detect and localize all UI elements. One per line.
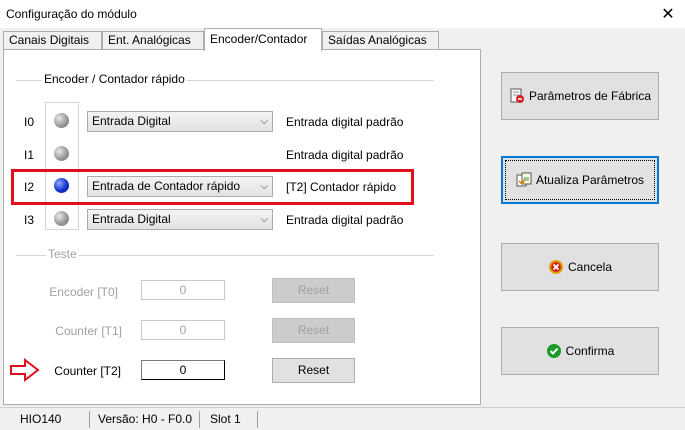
factory-reset-icon (510, 88, 524, 103)
confirm-label: Confirma (565, 344, 615, 358)
encoder-group-title: Encoder / Contador rápido (42, 72, 187, 86)
tab-ent-analogicas[interactable]: Ent. Analógicas (102, 31, 204, 50)
status-model: HIO140 (14, 411, 90, 428)
io-label-i3: I3 (24, 213, 35, 227)
test-group-divider (16, 255, 434, 256)
reset-t1-button: Reset (272, 318, 355, 343)
led-i3-indicator (54, 211, 69, 226)
factory-parameters-button[interactable]: Parâmetros de Fábrica (501, 72, 659, 120)
mode-select-i3-value: Entrada Digital (92, 212, 171, 226)
test-label-t0: Encoder [T0] (49, 285, 118, 299)
counter-t2-field[interactable]: 0 (141, 360, 225, 380)
update-icon (516, 172, 532, 187)
chevron-down-icon: ⌵ (260, 214, 268, 225)
test-label-t1: Counter [T1] (55, 324, 122, 338)
reset-t0-button: Reset (272, 278, 355, 303)
counter-t1-field: 0 (141, 320, 225, 340)
description-i1: Entrada digital padrão (286, 148, 404, 162)
test-group-title: Teste (46, 247, 79, 261)
tab-canais-digitais[interactable]: Canais Digitais (3, 31, 102, 50)
led-i0-indicator (54, 113, 69, 128)
close-icon[interactable]: ✕ (651, 0, 685, 28)
cancel-button[interactable]: Cancela (501, 243, 659, 291)
tab-encoder-contador[interactable]: Encoder/Contador (204, 28, 322, 51)
led-column (45, 102, 79, 230)
reset-t2-button[interactable]: Reset (272, 358, 355, 383)
counter-t0-field: 0 (141, 280, 225, 300)
cancel-icon (548, 260, 563, 274)
title-bar: Configuração do módulo ✕ (0, 0, 685, 28)
tab-saidas-analogicas[interactable]: Saídas Analógicas (322, 31, 439, 50)
confirm-button[interactable]: Confirma (501, 327, 659, 375)
window-title: Configuração do módulo (6, 7, 137, 21)
description-i0: Entrada digital padrão (286, 115, 404, 129)
tab-panel-encoder: Encoder / Contador rápido I0 I1 I2 I3 En… (3, 49, 481, 405)
status-version: Versão: H0 - F0.0 (92, 411, 200, 428)
cancel-label: Cancela (567, 260, 613, 274)
highlight-box (11, 169, 414, 205)
io-label-i0: I0 (24, 115, 35, 129)
led-i1-indicator (54, 146, 69, 161)
mode-select-i3[interactable]: Entrada Digital ⌵ (87, 209, 273, 230)
update-parameters-label: Atualiza Parâmetros (535, 173, 645, 187)
update-parameters-button[interactable]: Atualiza Parâmetros (501, 156, 659, 204)
mode-select-i0[interactable]: Entrada Digital ⌵ (87, 111, 273, 132)
factory-parameters-label: Parâmetros de Fábrica (528, 89, 652, 103)
mode-select-i0-value: Entrada Digital (92, 114, 171, 128)
status-slot: Slot 1 (204, 411, 258, 428)
confirm-icon (546, 344, 561, 358)
description-i3: Entrada digital padrão (286, 213, 404, 227)
arrow-right-icon (10, 358, 40, 382)
chevron-down-icon: ⌵ (260, 116, 268, 127)
status-bar: HIO140 Versão: H0 - F0.0 Slot 1 (0, 407, 685, 430)
io-label-i1: I1 (24, 148, 35, 162)
